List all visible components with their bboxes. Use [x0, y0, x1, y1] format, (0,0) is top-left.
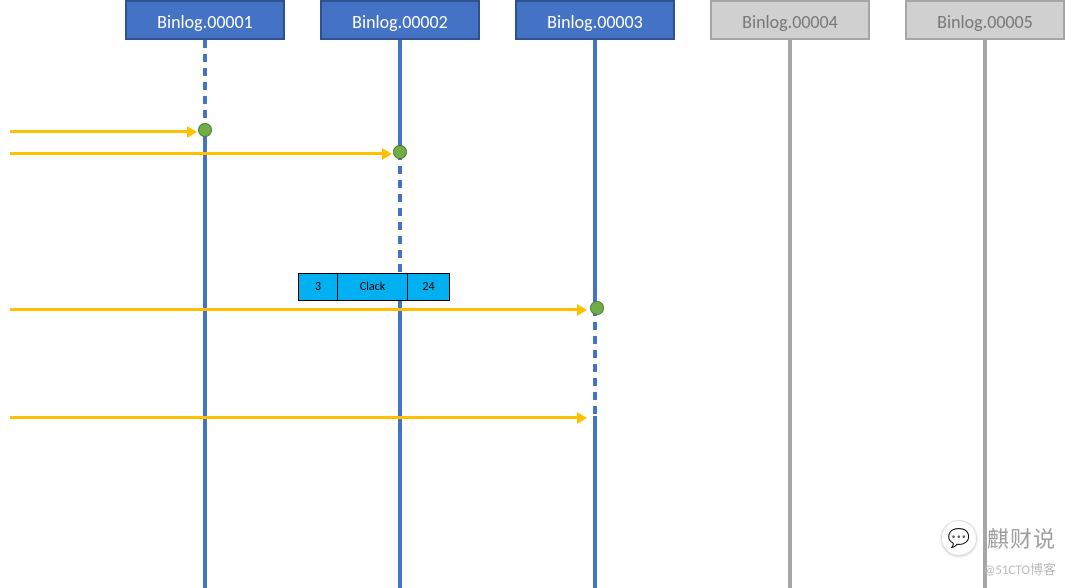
- arrow-to-lane3-upper: [10, 308, 583, 311]
- arrow-to-lane2: [10, 152, 388, 155]
- lane-header-binlog5: Binlog.00005: [905, 0, 1065, 40]
- diagram-canvas: Binlog.00001 Binlog.00002 Binlog.00003 B…: [0, 0, 1080, 588]
- lane-line-binlog5: [983, 40, 987, 588]
- watermark-text: 麒财说: [987, 522, 1056, 554]
- lane2-dashed: [398, 152, 402, 273]
- arrow-to-lane3-lower: [10, 416, 583, 419]
- lane3-dashed: [593, 308, 597, 416]
- lane-header-binlog4: Binlog.00004: [710, 0, 870, 40]
- lane1-dashed-pre: [203, 40, 207, 130]
- dot-lane2: [393, 145, 407, 159]
- record-box: 3 Clack 24: [298, 273, 450, 301]
- watermark-main: 💬 麒财说: [941, 520, 1056, 556]
- record-cell-id: 3: [298, 273, 338, 301]
- record-cell-val: 24: [408, 273, 450, 301]
- arrow-to-lane1: [10, 130, 193, 133]
- record-cell-name: Clack: [338, 273, 408, 301]
- lane-line-binlog2: [398, 40, 402, 588]
- dot-lane1: [198, 123, 212, 137]
- watermark-sub: @51CTO博客: [984, 559, 1056, 578]
- lane-header-binlog2: Binlog.00002: [320, 0, 480, 40]
- lane-header-binlog3: Binlog.00003: [515, 0, 675, 40]
- dot-lane3: [590, 301, 604, 315]
- wechat-icon: 💬: [941, 520, 977, 556]
- lane-header-binlog1: Binlog.00001: [125, 0, 285, 40]
- lane-line-binlog4: [788, 40, 792, 588]
